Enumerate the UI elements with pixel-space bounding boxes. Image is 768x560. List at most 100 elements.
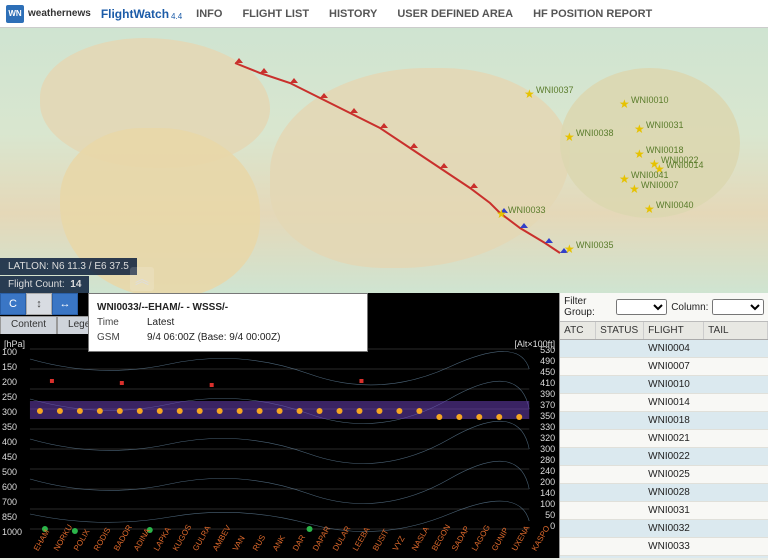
ytick-right: 530 <box>540 345 555 355</box>
col-atc[interactable]: ATC <box>560 322 596 339</box>
ytick-left: 150 <box>2 362 17 372</box>
ytick-right: 350 <box>540 411 555 421</box>
expand-up-button[interactable]: ︽ <box>130 267 154 291</box>
flight-count-strip: Flight Count: 14 <box>0 276 89 293</box>
nav-history[interactable]: HISTORY <box>329 8 377 20</box>
top-bar: WN weathernews FlightWatch 4.4 INFO FLIG… <box>0 0 768 28</box>
ytick-right: 410 <box>540 378 555 388</box>
table-row[interactable]: WNI0004 <box>560 340 768 358</box>
ytick-right: 450 <box>540 367 555 377</box>
ytick-right: 330 <box>540 422 555 432</box>
map-marker-star[interactable]: ★ <box>634 122 645 136</box>
table-row[interactable]: WNI0032 <box>560 520 768 538</box>
ytick-left: 600 <box>2 482 17 492</box>
tab-content[interactable]: Content <box>0 316 57 334</box>
chart-tooltip: WNI0033/--EHAM/- - WSSS/- TimeLatest GSM… <box>88 293 368 352</box>
chart-body[interactable]: 100 150 200 250 300 350 400 450 500 600 700 850 1000… <box>0 339 559 558</box>
logo-icon: WN <box>6 5 24 23</box>
map-marker-star[interactable]: ★ <box>564 130 575 144</box>
table-row[interactable]: WNI0014 <box>560 394 768 412</box>
table-row[interactable]: WNI0021 <box>560 430 768 448</box>
ytick-left: 350 <box>2 422 17 432</box>
table-body[interactable]: WNI0004WNI0007WNI0010WNI0014WNI0018WNI00… <box>560 340 768 558</box>
map-marker-star[interactable]: ★ <box>634 147 645 161</box>
table-row[interactable]: WNI0031 <box>560 502 768 520</box>
lower-split: C ↕ ↔ Content Legends WNI0033/--EHAM/- -… <box>0 293 768 558</box>
map-marker-label: WNI0037 <box>536 85 574 95</box>
table-row[interactable]: WNI0033 <box>560 538 768 556</box>
ytick-right: 100 <box>540 499 555 509</box>
ytick-right: 300 <box>540 444 555 454</box>
map-marker-label: WNI0010 <box>631 95 669 105</box>
latlon-readout: LATLON: N6 11.3 / E6 37.5 <box>0 258 137 275</box>
ytick-left: 850 <box>2 512 17 522</box>
table-row[interactable]: WNI0010 <box>560 376 768 394</box>
col-status[interactable]: STATUS <box>596 322 644 339</box>
chevron-up-icon: ︽ <box>135 269 149 289</box>
nav-flight-list[interactable]: FLIGHT LIST <box>242 8 309 20</box>
column-label: Column: <box>671 302 708 313</box>
table-row[interactable]: WNI0022 <box>560 448 768 466</box>
vertical-chart-panel: C ↕ ↔ Content Legends WNI0033/--EHAM/- -… <box>0 293 559 558</box>
tooltip-title: WNI0033/--EHAM/- - WSSS/- <box>97 300 359 315</box>
ytick-left: 400 <box>2 437 17 447</box>
table-row[interactable]: WNI0007 <box>560 358 768 376</box>
table-header: ATC STATUS FLIGHT TAIL <box>560 322 768 340</box>
map-marker-label: WNI0031 <box>646 120 684 130</box>
flight-count-label: Flight Count: <box>8 279 65 290</box>
nav-info[interactable]: INFO <box>196 8 222 20</box>
app-version: 4.4 <box>171 12 182 21</box>
ytick-right: 50 <box>545 510 555 520</box>
chart-btn-c[interactable]: C <box>0 293 26 315</box>
logo-text: weathernews <box>28 8 91 19</box>
flight-table-panel: Filter Group: Column: ATC STATUS FLIGHT … <box>559 293 768 558</box>
col-tail[interactable]: TAIL <box>704 322 768 339</box>
map-marker-star[interactable]: ★ <box>524 87 535 101</box>
ytick-right: 370 <box>540 400 555 410</box>
map-marker-label: WNI0014 <box>666 160 704 170</box>
flight-count-value: 14 <box>70 279 81 290</box>
map-marker-label: WNI0041 <box>631 170 669 180</box>
column-select[interactable] <box>712 299 764 315</box>
table-row[interactable]: WNI0025 <box>560 466 768 484</box>
ytick-left: 700 <box>2 497 17 507</box>
ytick-left: 500 <box>2 467 17 477</box>
ytick-right: 200 <box>540 477 555 487</box>
map-area[interactable]: ★WNI0037★WNI0010★WNI0031★WNI0038★WNI0018… <box>0 28 768 293</box>
ytick-right: 240 <box>540 466 555 476</box>
ytick-right: 320 <box>540 433 555 443</box>
ytick-right: 140 <box>540 488 555 498</box>
table-row[interactable]: WNI0018 <box>560 412 768 430</box>
map-marker-label: WNI0038 <box>576 128 614 138</box>
ytick-right: 490 <box>540 356 555 366</box>
chart-btn-horiz[interactable]: ↔ <box>52 293 78 315</box>
tooltip-gsm-k: GSM <box>97 330 147 345</box>
tooltip-gsm-v: 9/4 06:00Z (Base: 9/4 00:00Z) <box>147 330 280 345</box>
map-marker-label: WNI0033 <box>508 205 546 215</box>
nav-user-defined-area[interactable]: USER DEFINED AREA <box>397 8 513 20</box>
col-flight[interactable]: FLIGHT <box>644 322 704 339</box>
ytick-left: 100 <box>2 347 17 357</box>
chart-btn-vert[interactable]: ↕ <box>26 293 52 315</box>
ytick-left: 1000 <box>2 527 22 537</box>
map-marker-star[interactable]: ★ <box>619 97 630 111</box>
ytick-left: 250 <box>2 392 17 402</box>
map-marker-star[interactable]: ★ <box>644 202 655 216</box>
filter-group-select[interactable] <box>616 299 668 315</box>
map-marker-label: WNI0040 <box>656 200 694 210</box>
map-marker-star[interactable]: ★ <box>496 207 507 221</box>
filter-row: Filter Group: Column: <box>560 293 768 322</box>
map-marker-star[interactable]: ★ <box>564 242 575 256</box>
ytick-right: 280 <box>540 455 555 465</box>
tooltip-time-v: Latest <box>147 315 174 330</box>
map-marker-label: WNI0035 <box>576 240 614 250</box>
ytick-left: 450 <box>2 452 17 462</box>
chart-svg <box>0 339 559 558</box>
ytick-right: 390 <box>540 389 555 399</box>
nav-hf-position-report[interactable]: HF POSITION REPORT <box>533 8 652 20</box>
map-marker-label: WNI0007 <box>641 180 679 190</box>
ytick-left: 300 <box>2 407 17 417</box>
map-marker-star[interactable]: ★ <box>629 182 640 196</box>
table-row[interactable]: WNI0028 <box>560 484 768 502</box>
filter-group-label: Filter Group: <box>564 296 611 318</box>
